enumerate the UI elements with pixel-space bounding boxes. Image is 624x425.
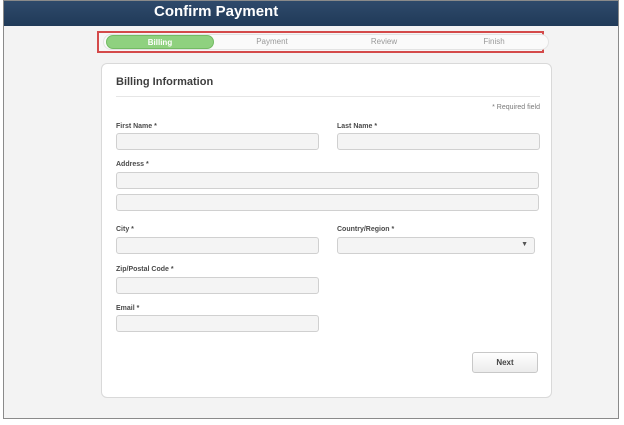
billing-card — [101, 63, 552, 398]
step-finish[interactable]: Finish — [440, 35, 548, 49]
page-title: Confirm Payment — [154, 3, 279, 20]
email-label: Email * — [116, 305, 140, 312]
first-name-field[interactable] — [116, 133, 319, 150]
section-title: Billing Information — [116, 76, 214, 88]
address-label: Address * — [116, 161, 149, 168]
last-name-label: Last Name * — [337, 123, 378, 130]
address-line2-field[interactable] — [116, 194, 539, 211]
email-field[interactable] — [116, 315, 319, 332]
dropdown-arrow-icon: ▼ — [521, 241, 528, 248]
zip-field[interactable] — [116, 277, 319, 294]
first-name-label: First Name * — [116, 123, 157, 130]
next-button[interactable]: Next — [472, 352, 538, 373]
country-select[interactable]: ▼ — [337, 237, 535, 254]
step-payment[interactable]: Payment — [216, 35, 328, 49]
country-label: Country/Region * — [337, 226, 395, 233]
section-divider — [116, 96, 540, 97]
city-field[interactable] — [116, 237, 319, 254]
address-line1-field[interactable] — [116, 172, 539, 189]
last-name-field[interactable] — [337, 133, 540, 150]
step-progress-bar: Billing Payment Review Finish — [103, 34, 549, 50]
step-review[interactable]: Review — [328, 35, 440, 49]
city-label: City * — [116, 226, 134, 233]
zip-label: Zip/Postal Code * — [116, 266, 174, 273]
required-field-note: * Required field — [492, 104, 540, 111]
step-billing[interactable]: Billing — [106, 35, 214, 49]
page-header — [4, 1, 618, 26]
